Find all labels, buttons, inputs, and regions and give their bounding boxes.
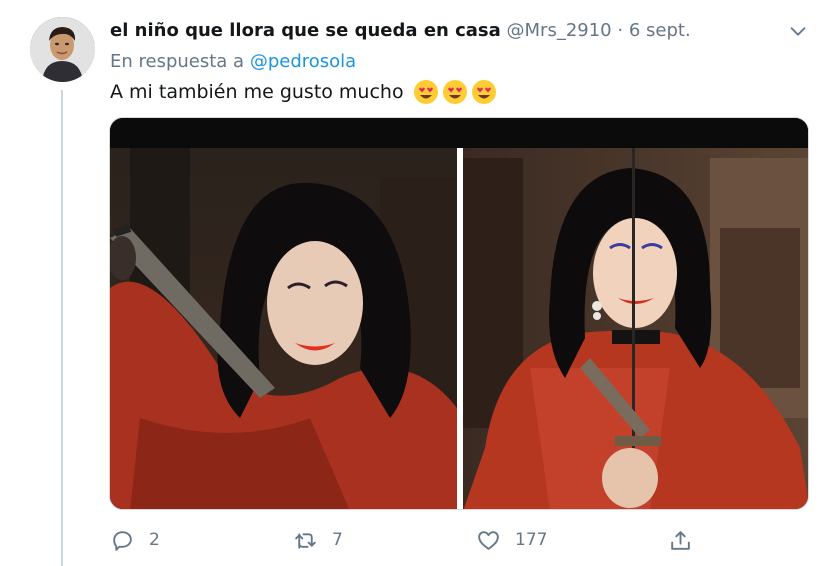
heart-eyes-emoji-icon	[471, 80, 496, 104]
share-icon	[671, 530, 690, 550]
heart-eyes-emoji-icon	[442, 80, 467, 104]
reply-mention-link[interactable]: @pedrosola	[250, 51, 356, 72]
tweet-date[interactable]: 6 sept.	[629, 20, 691, 41]
retweet-button[interactable]: 7	[293, 524, 343, 556]
separator: ·	[617, 20, 624, 41]
tweet-actions: 2 7 177	[110, 524, 710, 556]
heart-eyes-emoji-icon	[413, 80, 438, 104]
tweet-text: A mi también me gusto mucho	[110, 78, 497, 106]
retweet-icon	[295, 532, 316, 549]
share-button[interactable]	[668, 524, 707, 556]
tweet-media[interactable]	[109, 117, 809, 510]
avatar[interactable]	[30, 17, 95, 82]
reply-count: 2	[149, 530, 160, 550]
photo-left	[110, 148, 457, 509]
retweet-count: 7	[332, 530, 343, 550]
thread-line	[61, 90, 63, 566]
tweet-header: el niño que llora que se queda en casa @…	[110, 18, 767, 44]
like-button[interactable]: 177	[476, 524, 547, 556]
heart-icon	[478, 530, 499, 550]
user-handle[interactable]: @Mrs_2910	[507, 20, 612, 41]
display-name[interactable]: el niño que llora que se queda en casa	[110, 20, 501, 41]
photo-right	[463, 148, 808, 509]
chevron-down-icon[interactable]	[787, 20, 809, 42]
like-count: 177	[515, 530, 548, 550]
reply-icon	[113, 530, 132, 551]
reply-prefix: En respuesta a	[110, 51, 245, 72]
tweet-body: A mi también me gusto mucho	[110, 81, 404, 103]
reply-context: En respuesta a @pedrosola	[110, 49, 356, 75]
reply-button[interactable]: 2	[110, 524, 160, 556]
